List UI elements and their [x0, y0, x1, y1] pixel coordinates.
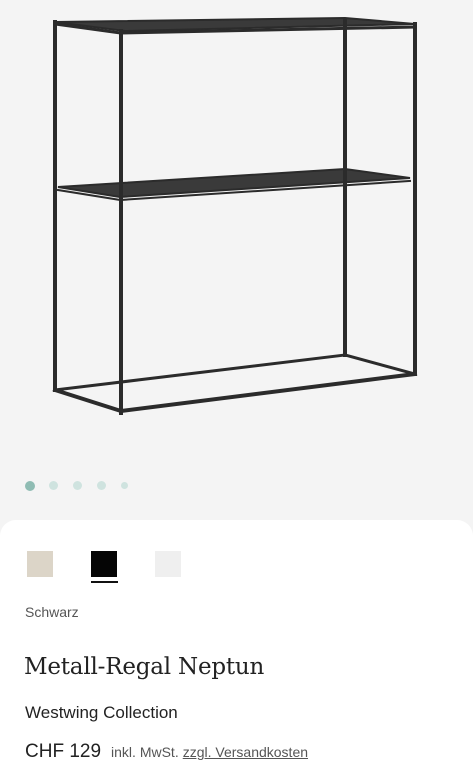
price-row: CHF 129 inkl. MwSt. zzgl. Versandkosten — [25, 741, 308, 763]
product-info-panel: Schwarz Metall-Regal Neptun Westwing Col… — [0, 520, 473, 780]
product-brand: Westwing Collection — [25, 703, 178, 722]
selected-color-label: Schwarz — [25, 604, 79, 620]
product-image-gallery[interactable] — [0, 0, 473, 520]
tax-note: inkl. MwSt. — [111, 744, 179, 760]
color-swatch-schwarz[interactable] — [91, 551, 117, 577]
selected-swatch-indicator — [91, 581, 118, 583]
carousel-dot-5[interactable] — [121, 482, 128, 489]
carousel-indicator — [0, 481, 200, 493]
carousel-dot-1[interactable] — [25, 481, 35, 491]
carousel-dot-3[interactable] — [73, 481, 82, 490]
product-price: CHF 129 — [25, 741, 102, 762]
shipping-costs-link[interactable]: zzgl. Versandkosten — [183, 744, 308, 760]
color-swatch-beige[interactable] — [27, 551, 53, 577]
carousel-dot-2[interactable] — [49, 481, 58, 490]
color-swatch-weiss[interactable] — [155, 551, 181, 577]
product-image — [52, 16, 418, 415]
product-title: Metall-Regal Neptun — [24, 654, 265, 680]
carousel-dot-4[interactable] — [97, 481, 106, 490]
